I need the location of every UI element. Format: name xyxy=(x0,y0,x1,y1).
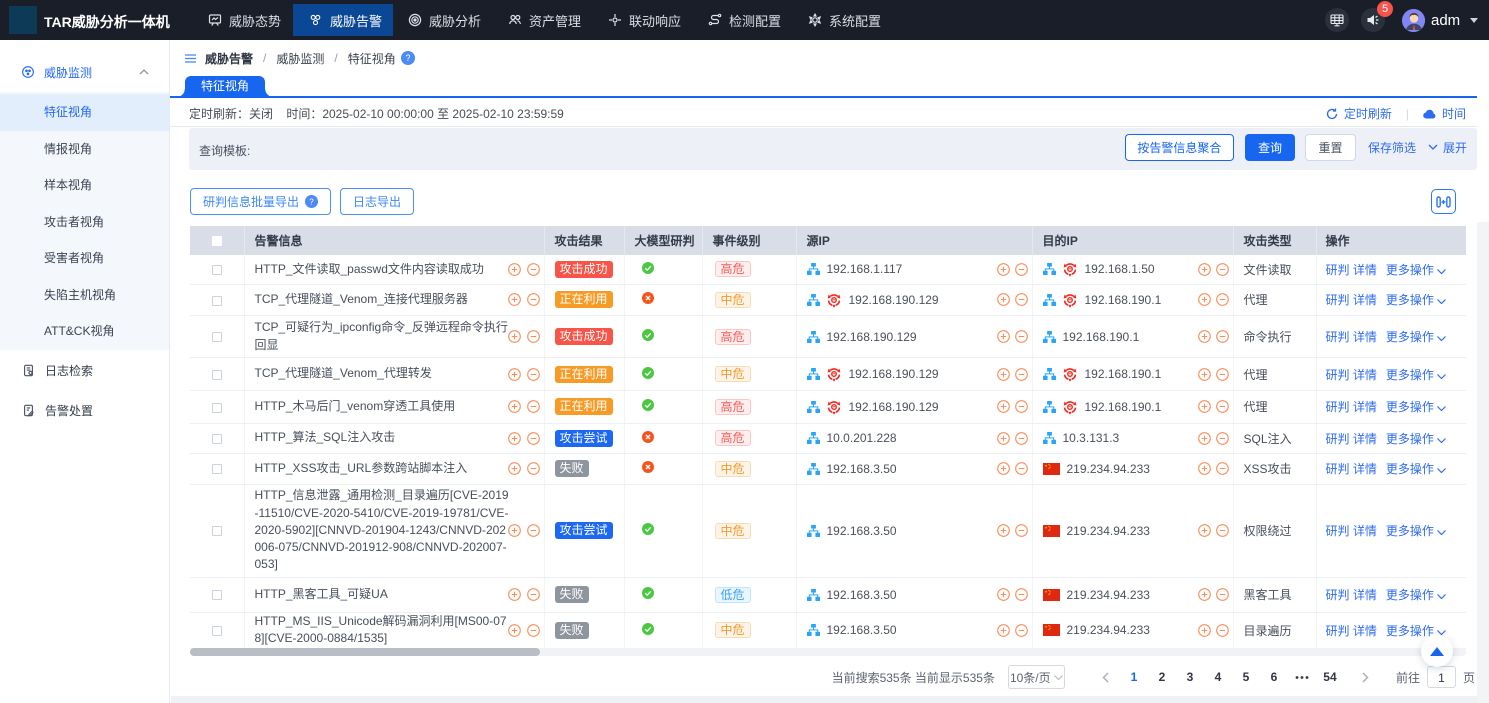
svg-text:?: ? xyxy=(405,53,410,63)
svg-text:?: ? xyxy=(309,196,314,206)
